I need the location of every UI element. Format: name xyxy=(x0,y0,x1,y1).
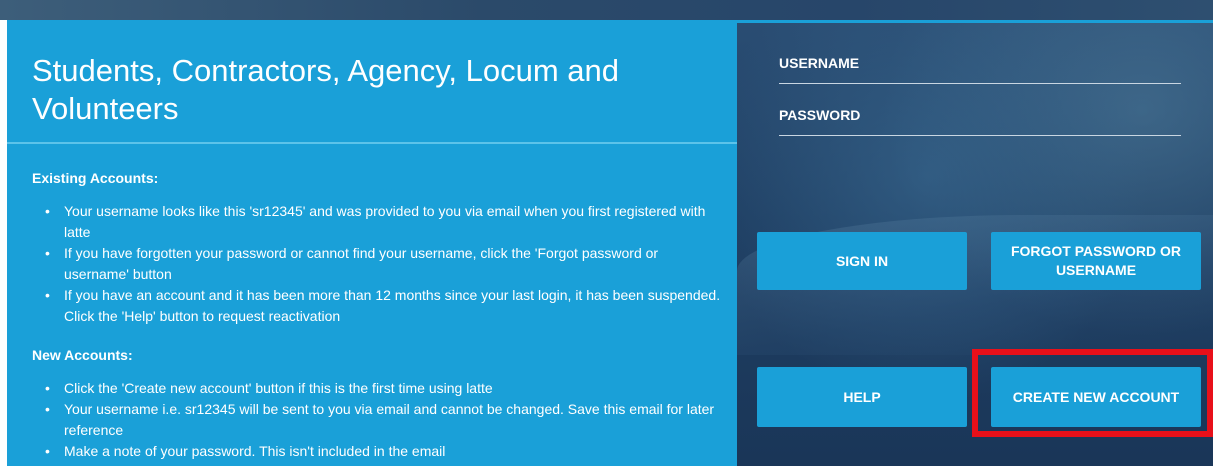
forgot-password-button[interactable]: FORGOT PASSWORD OR USERNAME xyxy=(991,232,1201,290)
panel-accent-line xyxy=(737,20,1213,23)
list-item: Your username looks like this 'sr12345' … xyxy=(32,201,722,243)
top-banner-strip xyxy=(0,0,1213,20)
info-panel: Students, Contractors, Agency, Locum and… xyxy=(7,20,737,466)
list-item: Click the 'Create new account' button if… xyxy=(32,378,722,399)
list-item: Your username i.e. sr12345 will be sent … xyxy=(32,399,722,441)
password-label: PASSWORD xyxy=(779,107,861,123)
help-button[interactable]: HELP xyxy=(757,367,967,427)
new-accounts-list: Click the 'Create new account' button if… xyxy=(32,378,722,462)
page-title: Students, Contractors, Agency, Locum and… xyxy=(32,53,620,126)
new-accounts-heading: New Accounts: xyxy=(32,347,133,363)
existing-accounts-heading: Existing Accounts: xyxy=(32,170,159,186)
highlight-box xyxy=(972,349,1213,437)
title-divider xyxy=(7,142,737,144)
password-field[interactable] xyxy=(779,135,1181,136)
sign-in-button[interactable]: SIGN IN xyxy=(757,232,967,290)
list-item: If you have an account and it has been m… xyxy=(32,285,722,327)
existing-accounts-list: Your username looks like this 'sr12345' … xyxy=(32,201,722,327)
list-item: Make a note of your password. This isn't… xyxy=(32,441,722,462)
list-item: If you have forgotten your password or c… xyxy=(32,243,722,285)
username-label: USERNAME xyxy=(779,55,860,71)
username-field[interactable] xyxy=(779,83,1181,84)
